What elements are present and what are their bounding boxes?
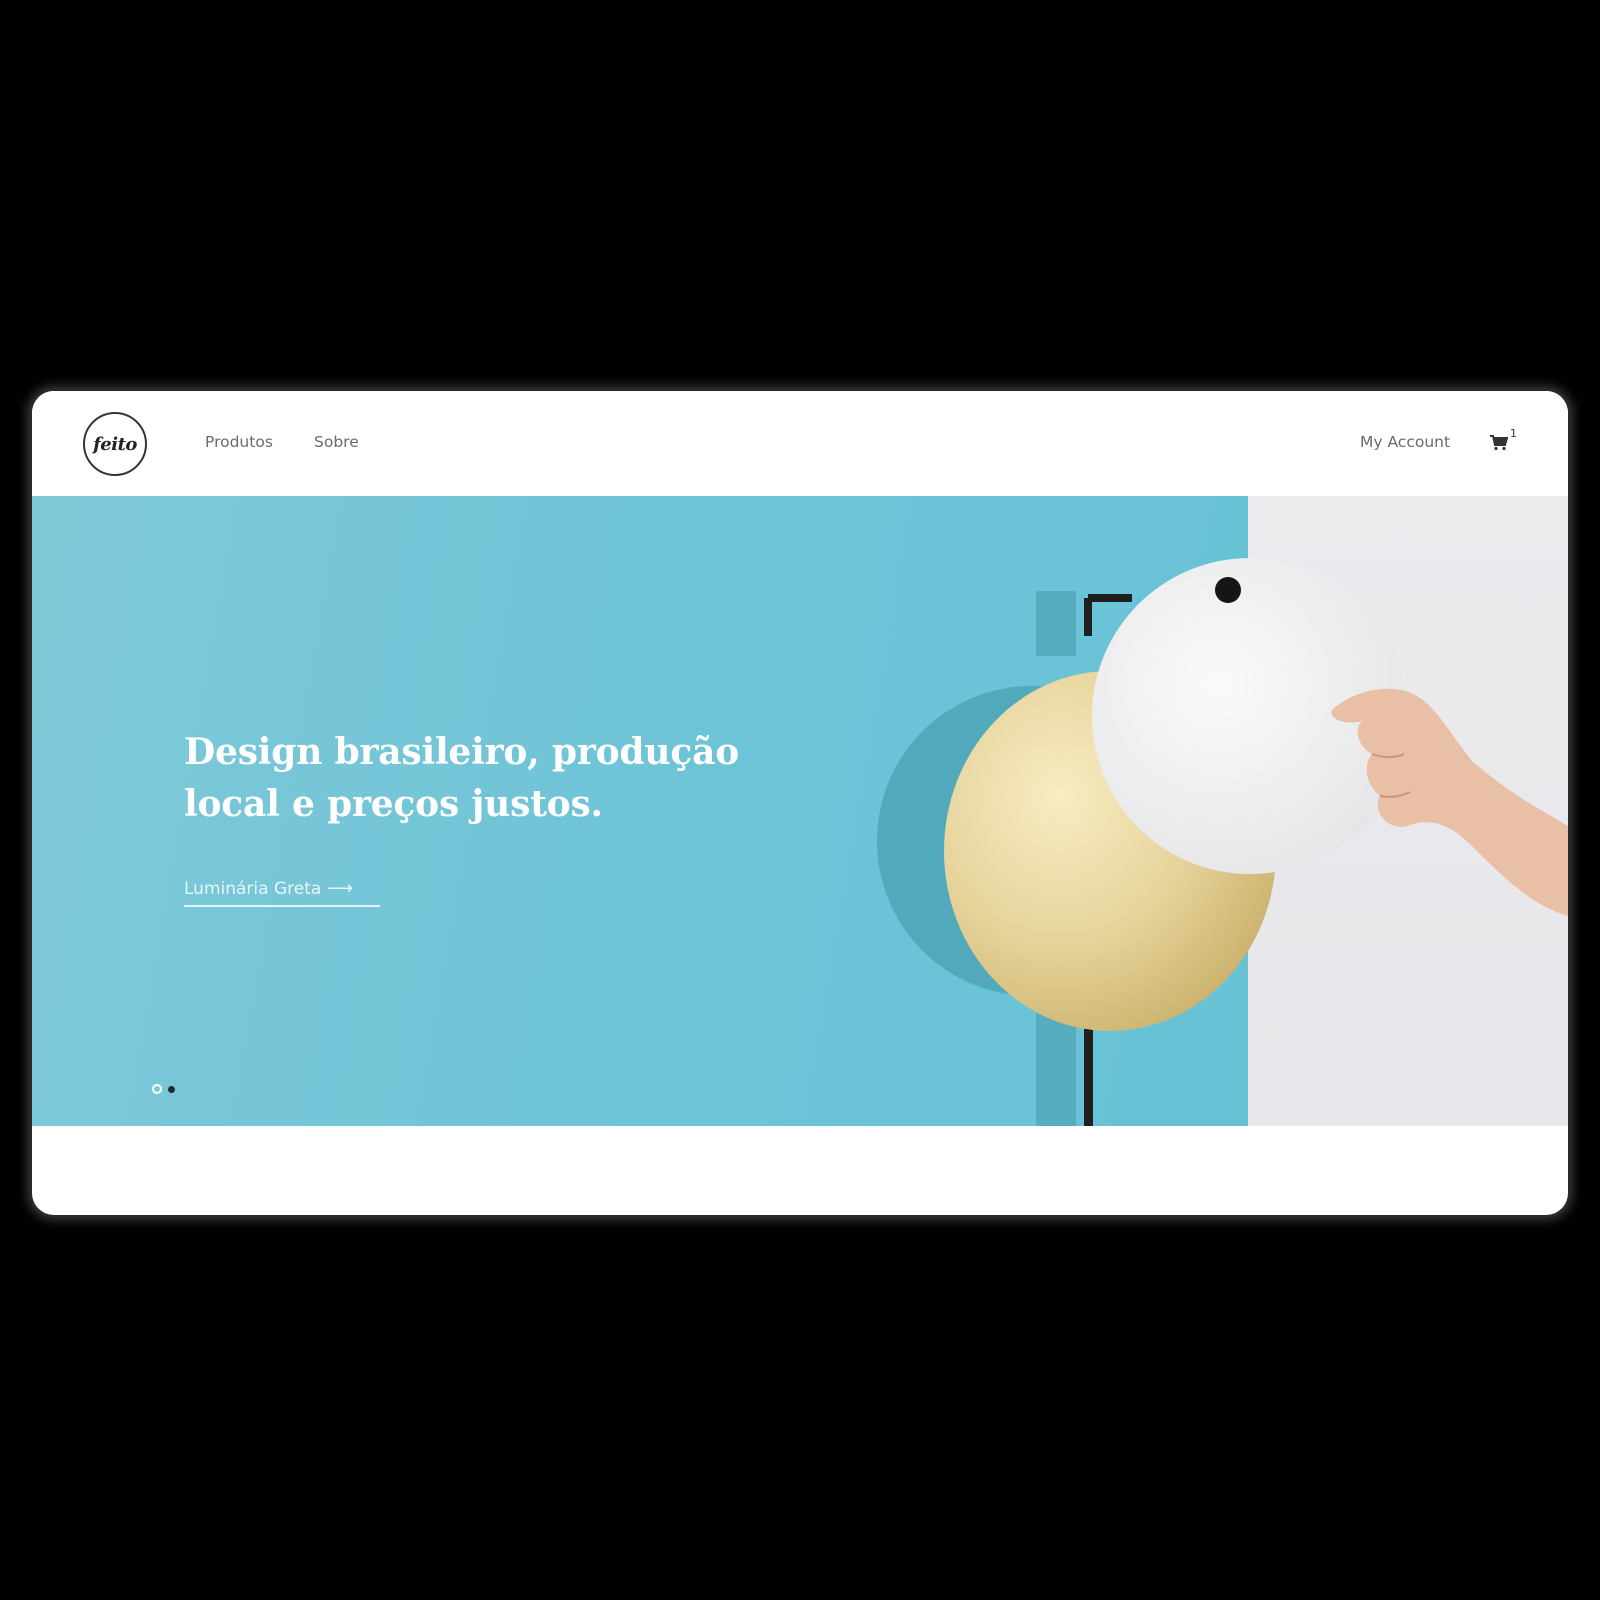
carousel-dot-1[interactable] — [152, 1084, 162, 1094]
carousel-dot-2[interactable] — [168, 1085, 175, 1093]
arrow-right-icon: ⟶ — [327, 878, 354, 899]
site-header: feito Produtos Sobre My Account 1 — [32, 391, 1568, 496]
logo-text: feito — [93, 433, 137, 455]
nav-produtos[interactable]: Produtos — [205, 433, 273, 451]
my-account-link[interactable]: My Account — [1360, 433, 1450, 451]
cart-icon — [1490, 435, 1508, 451]
logo[interactable]: feito — [83, 412, 147, 476]
nav-sobre[interactable]: Sobre — [314, 433, 359, 451]
hero-headline: Design brasileiro, produção local e preç… — [184, 731, 740, 825]
browser-window: feito Produtos Sobre My Account 1 Design… — [32, 391, 1568, 1215]
hero-banner: Design brasileiro, produção local e preç… — [32, 496, 1568, 1126]
carousel-pagination — [152, 1084, 175, 1094]
cta-label: Luminária Greta — [184, 879, 322, 899]
cart-button[interactable]: 1 — [1490, 427, 1520, 453]
cart-count-badge: 1 — [1510, 427, 1517, 440]
hero-cta-link[interactable]: Luminária Greta ⟶ — [184, 879, 380, 907]
